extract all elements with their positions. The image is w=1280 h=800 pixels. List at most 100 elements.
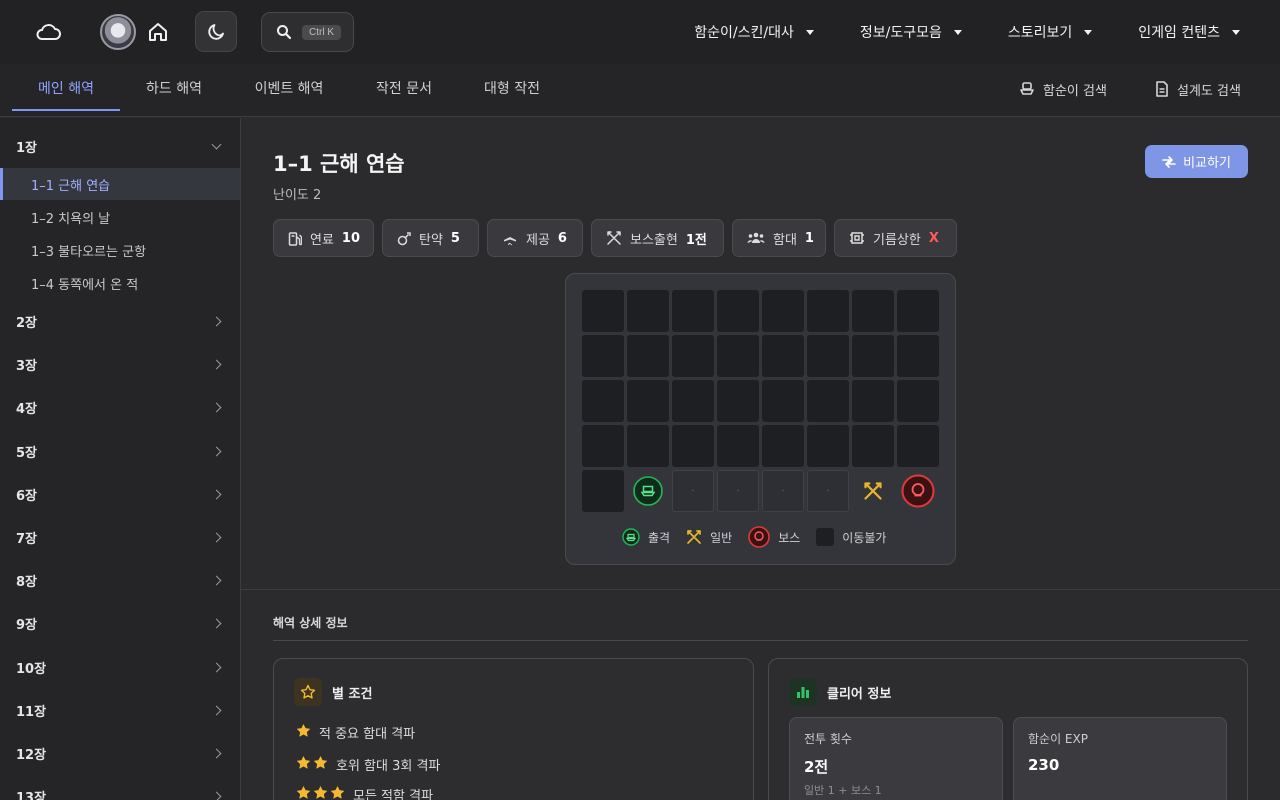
chapter-8[interactable]: 8장 bbox=[0, 560, 240, 600]
chevron-down-icon bbox=[211, 139, 222, 149]
dark-mode-toggle[interactable] bbox=[195, 11, 237, 52]
stage-label: 1–1 근해 연습 bbox=[31, 178, 111, 194]
spawn-icon bbox=[622, 528, 640, 546]
map-cell-path: · bbox=[762, 470, 804, 512]
star-condition-2: 호위 함대 3회 격파 bbox=[296, 755, 440, 774]
chip-label: 보스출현 bbox=[630, 232, 678, 248]
star-condition-3: 모든 적함 격파 bbox=[296, 785, 433, 800]
nav-shipgirls[interactable]: 함순이/스킨/대사 bbox=[694, 22, 814, 42]
chevron-right-icon bbox=[211, 748, 222, 758]
star-icon bbox=[296, 755, 311, 774]
nav-info-tools[interactable]: 정보/도구모음 bbox=[860, 22, 962, 42]
chapter-label: 4장 bbox=[16, 401, 38, 417]
chip-label: 기름상한 bbox=[873, 232, 921, 248]
chapter-label: 8장 bbox=[16, 574, 38, 590]
map-cell-blocked bbox=[627, 335, 669, 377]
stage-map: · · · · 출격 일반 보스 이동불가 bbox=[565, 273, 956, 565]
condition-text: 모든 적함 격파 bbox=[353, 789, 434, 800]
fuel-icon bbox=[288, 231, 302, 246]
chip-value: 1전 bbox=[685, 232, 707, 248]
tab-operation-docs[interactable]: 작전 문서 bbox=[362, 64, 446, 112]
map-cell-blocked bbox=[717, 425, 759, 467]
legend-label: 보스 bbox=[778, 530, 801, 545]
map-cell-blocked bbox=[717, 290, 759, 332]
map-cell-blocked bbox=[672, 290, 714, 332]
condition-text: 호위 함대 3회 격파 bbox=[336, 759, 441, 774]
chapter-13[interactable]: 13장 bbox=[0, 776, 240, 800]
chevron-right-icon bbox=[211, 705, 222, 715]
blocked-icon bbox=[816, 528, 835, 546]
tab-large-operation[interactable]: 대형 작전 bbox=[470, 64, 554, 112]
nav-story[interactable]: 스토리보기 bbox=[1008, 22, 1093, 42]
chevron-right-icon bbox=[211, 532, 222, 542]
tab-label: 이벤트 해역 bbox=[254, 81, 324, 97]
star-condition-1: 적 중요 함대 격파 bbox=[296, 723, 415, 742]
legend-label: 출격 bbox=[648, 530, 671, 545]
tab-hard-area[interactable]: 하드 해역 bbox=[132, 64, 216, 112]
chapter-12[interactable]: 12장 bbox=[0, 733, 240, 773]
spawn-icon bbox=[633, 476, 663, 506]
nav-ingame-content[interactable]: 인게임 컨텐츠 bbox=[1138, 22, 1240, 42]
home-icon[interactable] bbox=[142, 16, 174, 48]
stage-1-3[interactable]: 1–3 불타오르는 군항 bbox=[0, 234, 240, 266]
stage-detail: 1–1 근해 연습 난이도 2 비교하기 연료 10 탄약 5 제공 6 보스출… bbox=[241, 118, 1280, 800]
chapter-5[interactable]: 5장 bbox=[0, 431, 240, 471]
chapter-11[interactable]: 11장 bbox=[0, 690, 240, 730]
card-title: 별 조건 bbox=[332, 686, 373, 702]
stage-1-1[interactable]: 1–1 근해 연습 bbox=[0, 168, 240, 200]
card-header: 별 조건 bbox=[294, 678, 372, 706]
map-cell-path: · bbox=[717, 470, 759, 512]
star-rating bbox=[296, 785, 345, 800]
chevron-right-icon bbox=[211, 359, 222, 369]
chip-label: 함대 bbox=[773, 232, 797, 248]
ammo-icon bbox=[397, 231, 411, 245]
map-cell-blocked bbox=[582, 380, 624, 422]
cloud-icon[interactable] bbox=[30, 16, 66, 48]
chapter-label: 9장 bbox=[16, 617, 38, 633]
tab-label: 대형 작전 bbox=[484, 81, 540, 97]
chevron-right-icon bbox=[211, 489, 222, 499]
chevron-right-icon bbox=[211, 316, 222, 326]
shortcut-hint: Ctrl K bbox=[302, 24, 341, 40]
stage-1-4[interactable]: 1–4 동쪽에서 온 적 bbox=[0, 267, 240, 299]
shipgirl-search-link[interactable]: 함순이 검색 bbox=[1019, 64, 1107, 114]
link-label: 함순이 검색 bbox=[1043, 83, 1107, 99]
fleet-chip: 함대 1 bbox=[732, 219, 826, 257]
chapter-2[interactable]: 2장 bbox=[0, 301, 240, 341]
chapter-4[interactable]: 4장 bbox=[0, 387, 240, 427]
compare-button[interactable]: 비교하기 bbox=[1145, 145, 1248, 178]
chapter-7[interactable]: 7장 bbox=[0, 517, 240, 557]
stage-1-2[interactable]: 1–2 치욕의 날 bbox=[0, 201, 240, 233]
map-cell-blocked bbox=[807, 425, 849, 467]
legend-boss: 보스 bbox=[748, 526, 800, 548]
chapter-6[interactable]: 6장 bbox=[0, 474, 240, 514]
bar-chart-icon bbox=[789, 678, 817, 706]
chapter-1[interactable]: 1장 bbox=[0, 126, 240, 166]
star-icon bbox=[313, 755, 328, 774]
tab-event-area[interactable]: 이벤트 해역 bbox=[240, 64, 338, 112]
avatar[interactable] bbox=[100, 14, 136, 50]
search-button[interactable]: Ctrl K bbox=[261, 12, 354, 52]
chapter-10[interactable]: 10장 bbox=[0, 647, 240, 687]
map-cell-blocked bbox=[672, 380, 714, 422]
star-rating bbox=[296, 723, 311, 742]
boss-icon bbox=[901, 474, 935, 508]
plane-icon bbox=[504, 231, 516, 246]
map-cell-blocked bbox=[672, 425, 714, 467]
chapter-label: 6장 bbox=[16, 488, 38, 504]
shipgirl-exp-stat: 함순이 EXP 230 bbox=[1013, 717, 1227, 800]
chapter-3[interactable]: 3장 bbox=[0, 344, 240, 384]
map-cell-blocked bbox=[852, 335, 894, 377]
chapter-9[interactable]: 9장 bbox=[0, 603, 240, 643]
stat-label: 전투 횟수 bbox=[804, 732, 852, 746]
chevron-right-icon bbox=[211, 446, 222, 456]
tab-main-area[interactable]: 메인 해역 bbox=[12, 64, 120, 112]
chip-value: 5 bbox=[450, 230, 460, 246]
star-conditions-card: 별 조건 적 중요 함대 격파 호위 함대 3회 격파 모든 적함 격파 bbox=[273, 658, 754, 800]
blueprint-search-link[interactable]: 설계도 검색 bbox=[1155, 64, 1241, 114]
chapter-sidebar: 1장 1–1 근해 연습 1–2 치욕의 날 1–3 불타오르는 군항 1–4 … bbox=[0, 118, 241, 800]
legend-label: 일반 bbox=[710, 530, 733, 545]
stage-label: 1–4 동쪽에서 온 적 bbox=[31, 277, 139, 293]
star-icon bbox=[296, 785, 311, 800]
stage-label: 1–3 불타오르는 군항 bbox=[31, 244, 147, 260]
